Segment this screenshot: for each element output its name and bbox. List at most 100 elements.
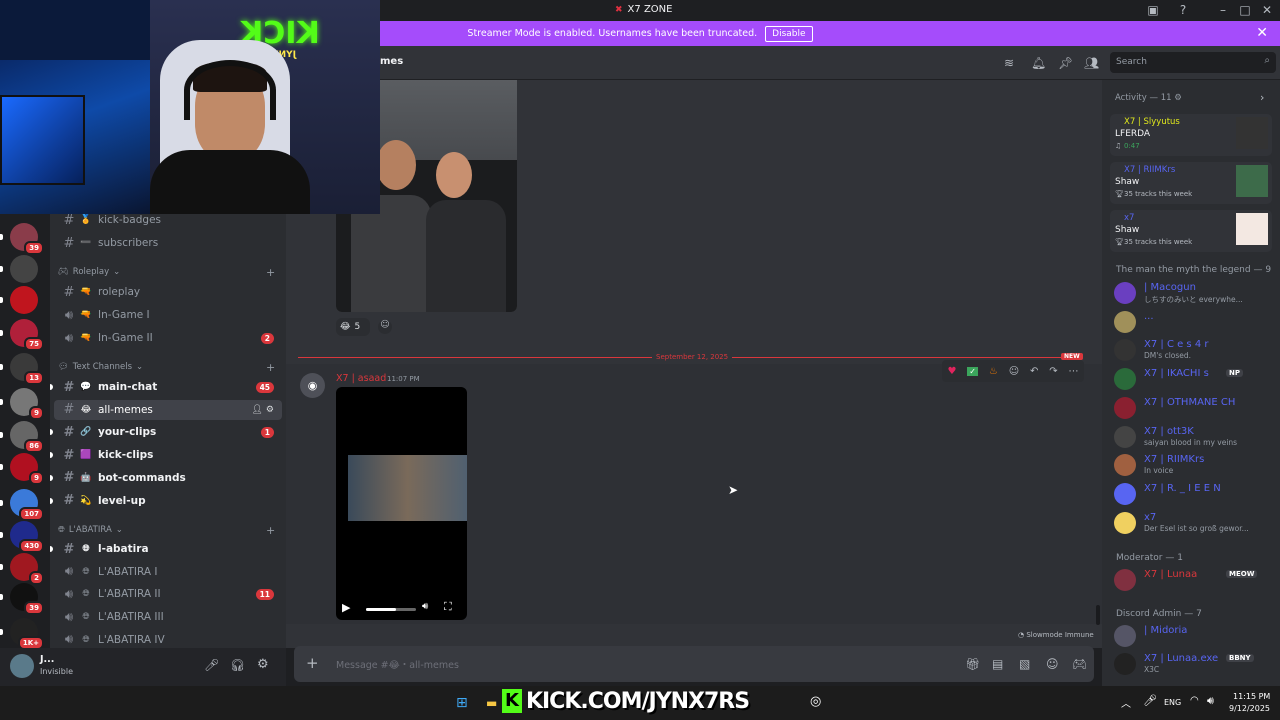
channel-item[interactable]: # 🟪 kick-clips <box>50 445 282 465</box>
more-icon[interactable]: ⋯ <box>1069 366 1079 377</box>
inbox-icon[interactable]: ▣ <box>1145 3 1161 17</box>
gift-icon[interactable]: 🎁︎ <box>965 657 980 671</box>
heart-reaction-icon[interactable]: ♥ <box>947 366 956 377</box>
server-icon[interactable] <box>0 255 38 283</box>
member-item[interactable]: X7 | ott3K saiyan blood in my veins <box>1114 424 1274 450</box>
member-item[interactable]: X7 | C e s 4 r DM's closed. <box>1114 337 1274 363</box>
server-icon[interactable]: 39 <box>0 223 44 255</box>
sticker-icon[interactable]: ▧ <box>1019 657 1030 671</box>
member-item[interactable]: x7 Der Esel ist so groß gewor... <box>1114 510 1274 536</box>
server-icon[interactable]: 86 <box>0 421 44 453</box>
wifi-icon[interactable]: ◠ <box>1190 695 1199 706</box>
channel-item[interactable]: # 🔫 roleplay <box>54 282 282 302</box>
channel-settings-icon[interactable]: 👤︎ ⚙ <box>252 405 274 415</box>
windows-start-icon[interactable]: ⊞ <box>456 695 468 711</box>
add-reaction-button-icon[interactable]: ☺ <box>1009 366 1019 377</box>
add-channel-icon[interactable]: + <box>266 524 275 537</box>
chat-scrollbar[interactable] <box>1096 605 1100 625</box>
gif-icon[interactable]: ▤ <box>992 657 1003 671</box>
chevron-up-icon[interactable]: ︿ <box>1121 695 1131 710</box>
member-list-icon[interactable]: 👥︎ <box>1084 56 1099 70</box>
add-channel-icon[interactable]: + <box>266 266 275 279</box>
channel-item[interactable]: 🔊︎ 🔫 In-Game II 2 <box>54 328 282 348</box>
emoji-icon[interactable]: ☺ <box>1046 657 1059 671</box>
member-item[interactable]: X7 | IKACHI s NP <box>1114 366 1274 392</box>
apps-icon[interactable]: 🎮︎ <box>1072 657 1087 671</box>
add-channel-icon[interactable]: + <box>266 361 275 374</box>
channel-category[interactable]: 🌐︎ L'ABATIRA ⌄ + <box>58 524 275 537</box>
forward-icon[interactable]: ↷ <box>1049 366 1057 377</box>
channel-item[interactable]: # 🌐︎ l-abatira <box>50 539 282 559</box>
member-item[interactable]: X7 | Lunaa.exe X3C BBNY <box>1114 651 1274 677</box>
maximize-icon[interactable]: □ <box>1237 3 1253 17</box>
activity-card[interactable]: X7 | Slyyutus LFERDA 0:47 ♫ <box>1110 114 1272 156</box>
server-icon[interactable]: 13 <box>0 353 44 385</box>
server-icon[interactable]: 9 <box>0 388 44 420</box>
server-icon[interactable]: 39 <box>0 583 44 615</box>
activity-card[interactable]: X7 | RIIMKrs Shaw 35 tracks this week 🏆︎ <box>1110 162 1272 204</box>
mic-tray-icon[interactable]: 🎤︎ <box>1143 694 1157 707</box>
volume-icon[interactable]: 🔊︎ <box>422 601 428 612</box>
channel-item[interactable]: # ➖ subscribers <box>54 233 282 253</box>
disable-button[interactable]: Disable <box>765 25 813 42</box>
help-icon[interactable]: ? <box>1175 3 1191 17</box>
channel-item[interactable]: 🔊︎ 🔫 In-Game I <box>54 305 282 325</box>
channel-item[interactable]: 🔊︎ 🌐︎ L'ABATIRA II 11 <box>54 584 282 604</box>
discord-taskbar-icon[interactable]: ◎ <box>810 694 821 709</box>
channel-item[interactable]: # 💬 main-chat 45 <box>50 377 282 397</box>
fire-reaction-icon[interactable]: ♨ <box>989 366 998 377</box>
activity-card[interactable]: x7 Shaw 35 tracks this week 🏆︎ <box>1110 210 1272 252</box>
server-icon[interactable]: 2 <box>0 553 44 585</box>
message-input[interactable]: Message #😂・all-memes <box>336 657 459 671</box>
clock-date[interactable]: 9/12/2025 <box>1229 704 1270 713</box>
language-indicator[interactable]: ENG <box>1164 698 1181 707</box>
settings-gear-icon[interactable]: ⚙ <box>257 657 269 672</box>
channel-item[interactable]: 🔊︎ 🌐︎ L'ABATIRA III <box>54 607 282 627</box>
avatar[interactable]: ◉ <box>300 373 325 398</box>
check-reaction-icon[interactable]: ✓ <box>967 366 978 376</box>
clock-time[interactable]: 11:15 PM <box>1233 692 1270 701</box>
channel-item[interactable]: # 🔗 your-clips 1 <box>50 422 282 442</box>
bell-icon[interactable]: 🔔︎ <box>1031 56 1046 70</box>
member-item[interactable]: X7 | Lunaa MEOW <box>1114 567 1274 593</box>
speaker-icon[interactable]: 🔊︎ <box>1207 694 1214 708</box>
add-reaction-icon[interactable]: ☺ <box>378 320 392 334</box>
server-icon[interactable]: 75 <box>0 319 44 351</box>
video-player[interactable]: ▶ 🔊︎ ⛶ <box>336 387 467 620</box>
server-icon[interactable]: 9 <box>0 453 44 485</box>
channel-item[interactable]: # 😂 all-memes 👤︎ ⚙ <box>54 399 282 420</box>
minimize-icon[interactable]: – <box>1215 3 1231 17</box>
member-item[interactable]: | Midoria <box>1114 623 1274 649</box>
fullscreen-icon[interactable]: ⛶ <box>444 600 452 614</box>
reply-icon[interactable]: ↶ <box>1030 366 1038 377</box>
server-icon[interactable]: 1K+ <box>0 618 44 650</box>
server-icon[interactable]: 107 <box>0 489 44 521</box>
user-avatar[interactable] <box>10 654 34 678</box>
server-icon[interactable]: 430 <box>0 521 44 553</box>
threads-icon[interactable]: ≋ <box>1004 56 1014 70</box>
headphones-icon[interactable]: 🎧︎ <box>230 658 245 672</box>
member-item[interactable]: X7 | RIIMKrs In voice <box>1114 452 1274 478</box>
member-item[interactable]: X7 | R. _ I E E N <box>1114 481 1274 507</box>
channel-item[interactable]: 🔊︎ 🌐︎ L'ABATIRA I <box>54 562 282 582</box>
pin-icon[interactable]: 📌︎ <box>1058 56 1073 70</box>
reaction-laugh[interactable]: 😂 5 <box>336 318 370 336</box>
dismiss-icon[interactable]: ✕ <box>1256 25 1268 41</box>
channel-item[interactable]: # 🤖 bot-commands <box>50 468 282 488</box>
member-item[interactable]: ... <box>1114 309 1274 335</box>
search-input[interactable]: Search ⌕ <box>1110 52 1276 73</box>
channel-category[interactable]: 💬︎ Text Channels ⌄ + <box>58 361 275 374</box>
message-author[interactable]: X7 | asaad <box>336 373 386 384</box>
chevron-right-icon[interactable]: › <box>1260 91 1264 104</box>
play-icon[interactable]: ▶ <box>342 601 350 614</box>
channel-category[interactable]: 🎮︎ Roleplay ⌄ + <box>58 266 275 279</box>
member-item[interactable]: | Macogun しちすのみいと everywhe... <box>1114 280 1274 306</box>
channel-item[interactable]: # 💫 level-up <box>50 491 282 511</box>
file-explorer-icon[interactable]: ▬ <box>486 696 497 710</box>
upload-plus-icon[interactable]: + <box>306 654 319 672</box>
microphone-icon[interactable]: 🎤︎ <box>204 658 219 672</box>
channel-item[interactable]: 🔊︎ 🌐︎ L'ABATIRA IV <box>54 630 282 650</box>
server-icon[interactable] <box>0 286 38 314</box>
member-item[interactable]: X7 | OTHMANE CH <box>1114 395 1274 421</box>
volume-slider[interactable] <box>366 608 416 611</box>
